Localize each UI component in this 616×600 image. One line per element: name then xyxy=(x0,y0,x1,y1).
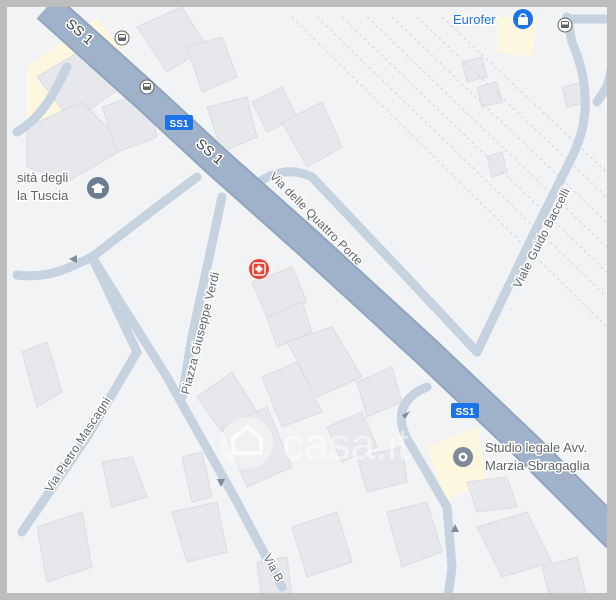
bus-stop-icon[interactable] xyxy=(114,30,130,46)
map-canvas[interactable]: SS 1 SS 1 Via delle Quattro Porte Viale … xyxy=(7,7,616,600)
casa-watermark: casa.it xyxy=(221,417,409,469)
poi-university[interactable]: sità degli la Tuscia xyxy=(16,169,109,205)
poi-edge-park[interactable] xyxy=(608,184,616,202)
watermark-text: casa.it xyxy=(282,420,409,469)
poi-edge-purple[interactable] xyxy=(610,116,616,134)
poi-eurofer[interactable]: Eurofer xyxy=(452,9,533,29)
place-pin-icon xyxy=(458,452,468,462)
road-label-guido-baccelli: Viale Guido Baccelli xyxy=(510,186,573,291)
poi-university-label: la Tuscia xyxy=(17,188,69,203)
route-shield-ss1: SS1 xyxy=(451,403,479,418)
poi-hospital[interactable] xyxy=(249,259,269,279)
poi-studio-label: Studio legale Avv. xyxy=(485,440,587,455)
poi-studio-label: Marzia Sbragaglia xyxy=(485,458,591,473)
bus-stop-icon[interactable] xyxy=(557,17,573,33)
route-shield-ss1: SS1 xyxy=(165,115,193,130)
route-shield-label: SS1 xyxy=(170,119,189,130)
map-frame[interactable]: SS 1 SS 1 Via delle Quattro Porte Viale … xyxy=(0,0,616,600)
bus-stop-icon[interactable] xyxy=(139,79,155,95)
road-label-pietro-mascagni: Via Pietro Mascagni xyxy=(42,394,114,494)
route-shield-label: SS1 xyxy=(456,407,475,418)
poi-university-label: sità degli xyxy=(17,170,68,185)
poi-eurofer-label: Eurofer xyxy=(453,12,496,27)
house-logo-icon xyxy=(221,417,273,469)
